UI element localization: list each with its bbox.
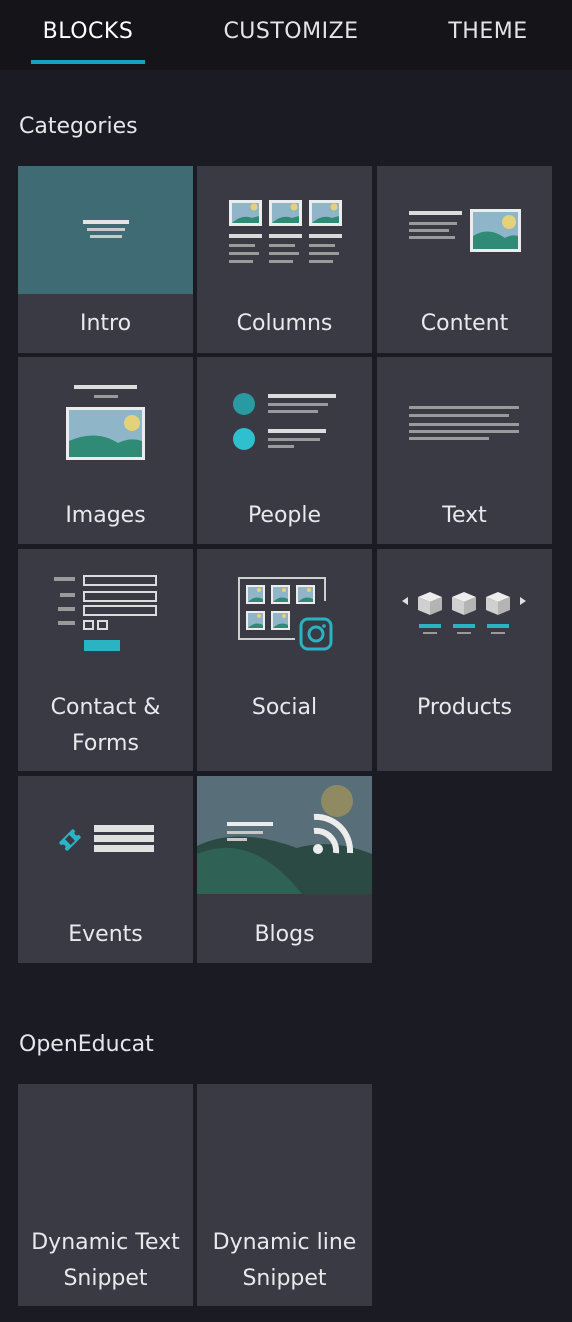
- block-tile-people[interactable]: People: [197, 357, 372, 544]
- social-icon: [238, 577, 333, 651]
- block-label: Images: [65, 503, 146, 528]
- tab-customize[interactable]: CUSTOMIZE: [210, 16, 372, 48]
- active-tab-indicator: [31, 60, 145, 64]
- block-tile-columns[interactable]: Columns: [197, 166, 372, 353]
- block-tile-contact-forms[interactable]: Contact & Forms: [18, 549, 193, 771]
- section-title-categories: Categories: [19, 114, 138, 139]
- block-tile-content[interactable]: Content: [377, 166, 552, 353]
- block-label-line2: Forms: [72, 731, 139, 756]
- block-label: Blogs: [254, 922, 315, 947]
- block-label: Text: [442, 503, 487, 528]
- block-tile-text[interactable]: Text: [377, 357, 552, 544]
- intro-icon: [18, 166, 193, 294]
- images-icon: [66, 385, 145, 460]
- block-tile-dynamic-text-snippet[interactable]: Dynamic Text Snippet: [18, 1084, 193, 1306]
- tab-bar: BLOCKS CUSTOMIZE THEME: [0, 0, 572, 70]
- tab-theme[interactable]: THEME: [436, 16, 540, 48]
- block-label-line2: Snippet: [242, 1266, 327, 1291]
- block-label: Social: [251, 695, 318, 720]
- columns-icon: [229, 200, 342, 263]
- contact-forms-icon: [54, 575, 157, 651]
- block-label: Intro: [79, 311, 132, 336]
- block-label: Content: [420, 311, 509, 336]
- block-tile-images[interactable]: Images: [18, 357, 193, 544]
- content-icon: [409, 209, 521, 252]
- block-tile-social[interactable]: Social: [197, 549, 372, 771]
- block-label: Contact &: [50, 695, 161, 720]
- block-label: Columns: [236, 311, 333, 336]
- blogs-icon: [197, 776, 372, 894]
- block-label: Events: [68, 922, 143, 947]
- block-tile-dynamic-line-snippet[interactable]: Dynamic line Snippet: [197, 1084, 372, 1306]
- block-label: Dynamic Text: [31, 1230, 180, 1255]
- events-icon: [59, 825, 154, 852]
- block-label: People: [247, 503, 322, 528]
- products-icon: [402, 592, 526, 634]
- tab-blocks[interactable]: BLOCKS: [31, 16, 145, 48]
- block-tile-events[interactable]: Events: [18, 776, 193, 963]
- block-tile-intro[interactable]: Intro: [18, 166, 193, 353]
- people-icon: [233, 393, 336, 450]
- block-tile-blogs[interactable]: Blogs: [197, 776, 372, 963]
- block-tile-products[interactable]: Products: [377, 549, 552, 771]
- text-icon: [409, 406, 519, 440]
- block-label-line2: Snippet: [63, 1266, 148, 1291]
- block-label: Products: [417, 695, 512, 720]
- section-title-openeducat: OpenEducat: [19, 1032, 154, 1057]
- block-label: Dynamic line: [212, 1230, 357, 1255]
